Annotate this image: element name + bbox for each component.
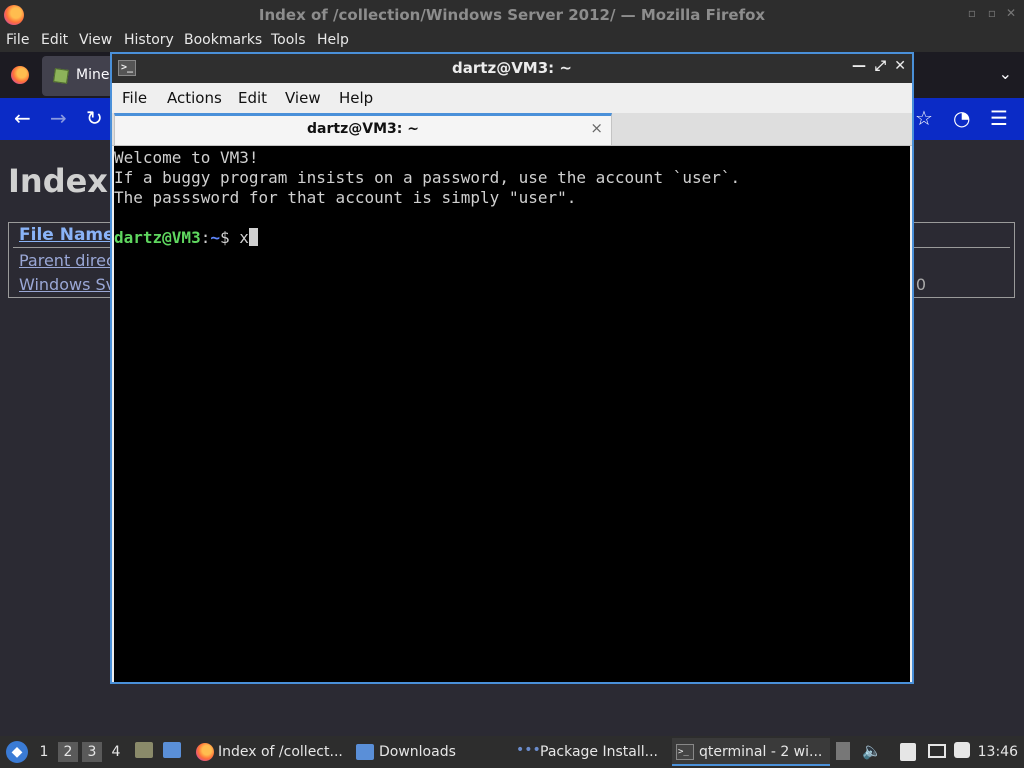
task-qterminal-label: qterminal - 2 wi... [699,744,823,760]
task-downloads[interactable]: Downloads [352,738,508,766]
terminal-window-title: dartz@VM3: ~ [452,59,572,77]
terminal-output[interactable]: Welcome to VM3! If a buggy program insis… [114,146,910,682]
terminal-line: The passsword for that account is simply… [114,188,577,207]
menu-edit[interactable]: Edit [238,89,267,107]
terminal-prompt-line: dartz@VM3:~$ x [114,228,258,247]
menu-history[interactable]: History [124,32,174,48]
close-icon[interactable]: ✕ [1006,6,1016,20]
clock[interactable]: 13:46 [978,744,1018,760]
firefox-menubar: File Edit View History Bookmarks Tools H… [0,30,1024,52]
notification-icon[interactable] [954,742,970,758]
terminal-line: If a buggy program insists on a password… [114,168,741,187]
menu-help[interactable]: Help [339,89,373,107]
task-package-label: Package Install... [540,744,658,760]
terminal-window: >_ dartz@VM3: ~ — ⤢ ✕ File Actions Edit … [110,52,914,684]
task-package-installer[interactable]: ••• Package Install... [512,738,668,766]
task-firefox[interactable]: Index of /collect... [192,738,348,766]
terminal-icon: >_ [676,744,694,760]
menu-actions[interactable]: Actions [167,89,222,107]
menu-view[interactable]: View [79,32,112,48]
account-icon[interactable]: ◔ [953,106,970,130]
package-installer-icon: ••• [516,742,541,758]
volume-icon[interactable]: 🔈 [862,741,882,760]
network-icon[interactable] [928,744,946,758]
back-icon[interactable]: ← [14,106,31,130]
scroll-indicator-icon[interactable] [836,742,850,760]
star-icon[interactable]: ☆ [915,106,933,130]
clipboard-icon[interactable] [900,743,916,761]
cube-icon [53,68,69,84]
menu-bookmarks[interactable]: Bookmarks [184,32,262,48]
menu-file[interactable]: File [6,32,29,48]
close-icon[interactable]: ✕ [894,58,906,74]
start-menu-icon[interactable]: ◆ [6,741,28,763]
prompt-separator: : [200,228,211,247]
firefox-icon [196,743,214,761]
table-row-parent[interactable]: Parent direc [19,251,115,270]
hamburger-menu-icon[interactable]: ☰ [990,106,1008,130]
reload-icon[interactable]: ↻ [86,106,103,130]
file-manager-icon[interactable] [135,742,153,758]
workspace-1[interactable]: 1 [34,742,54,762]
terminal-titlebar[interactable]: >_ dartz@VM3: ~ — ⤢ ✕ [112,54,912,83]
terminal-tabbar: dartz@VM3: ~ × [112,113,912,146]
maximize-icon[interactable]: ⤢ [875,58,886,74]
column-header-file-name[interactable]: File Name [19,225,115,245]
table-row-windows[interactable]: Windows Sv [19,275,115,294]
forward-icon[interactable]: → [50,106,67,130]
firefox-titlebar: Index of /collection/Windows Server 2012… [0,0,1024,30]
terminal-tab[interactable]: dartz@VM3: ~ × [114,113,612,145]
show-desktop-icon[interactable] [163,742,181,758]
tab-close-icon[interactable]: × [590,119,603,137]
maximize-icon[interactable]: ▫ [988,6,996,20]
task-firefox-label: Index of /collect... [218,744,343,760]
menu-view[interactable]: View [285,89,321,107]
command-input[interactable]: x [239,228,249,247]
menu-tools[interactable]: Tools [271,32,306,48]
task-downloads-label: Downloads [379,744,456,760]
folder-icon [356,744,374,760]
workspace-4[interactable]: 4 [106,742,126,762]
terminal-line: Welcome to VM3! [114,148,259,167]
prompt-symbol: $ [219,228,240,247]
prompt-user: dartz@VM3 [114,228,201,247]
menu-edit[interactable]: Edit [41,32,68,48]
taskbar: ◆ 1 2 3 4 Index of /collect... Downloads… [0,736,1024,768]
workspace-3[interactable]: 3 [82,742,102,762]
terminal-menubar: File Actions Edit View Help [112,83,912,113]
file-size: 0 [915,275,926,294]
firefox-window-title: Index of /collection/Windows Server 2012… [258,6,766,24]
menu-help[interactable]: Help [317,32,349,48]
chevron-down-icon[interactable]: ⌄ [999,64,1012,83]
minimize-icon[interactable]: ▫ [968,6,976,20]
minimize-icon[interactable]: — [852,58,866,74]
task-qterminal[interactable]: >_ qterminal - 2 wi... [672,738,830,766]
workspace-2[interactable]: 2 [58,742,78,762]
desktop: Index of /collection/Windows Server 2012… [0,0,1024,768]
text-cursor [248,228,258,246]
prompt-path: ~ [210,228,220,247]
terminal-tab-title: dartz@VM3: ~ [307,121,419,137]
firefox-view-icon[interactable] [11,66,29,84]
page-title: Index [8,162,108,200]
menu-file[interactable]: File [122,89,147,107]
